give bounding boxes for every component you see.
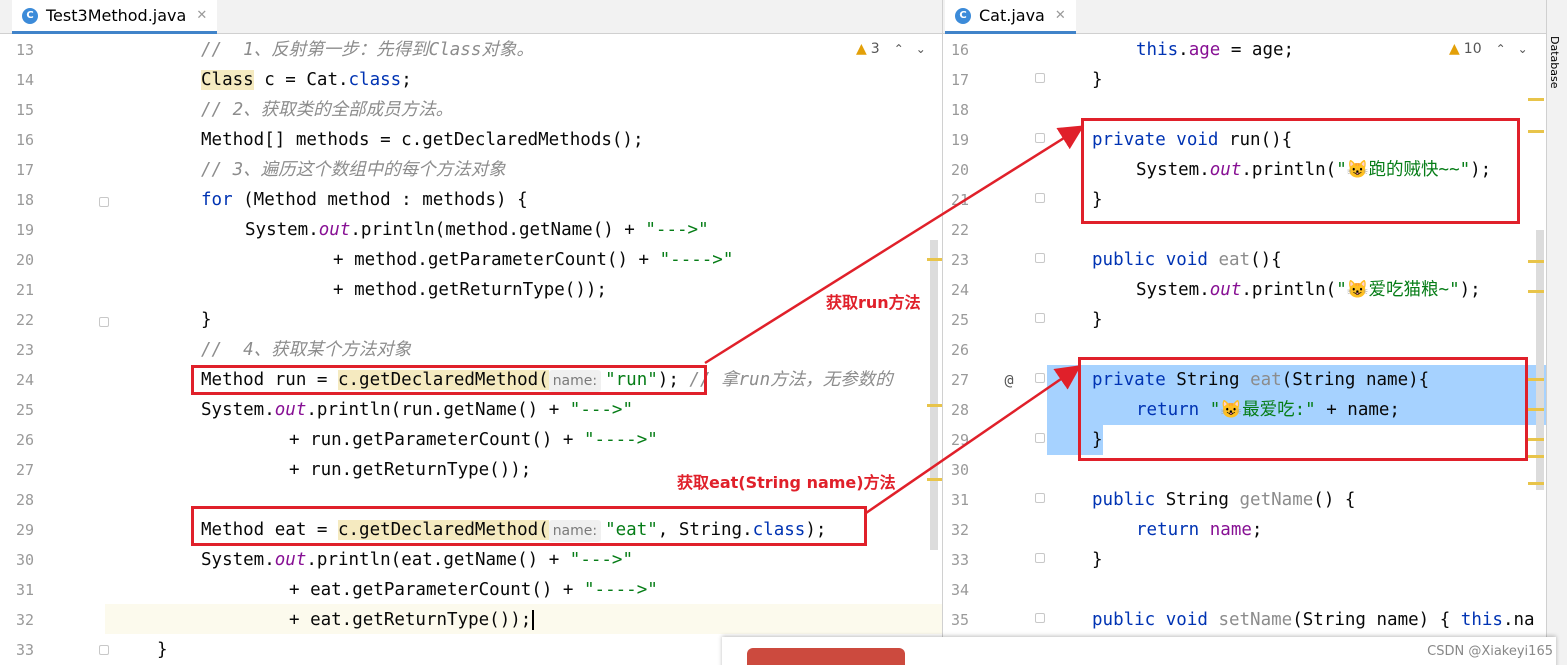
annotation-label-run: 获取run方法	[826, 293, 921, 312]
annotation-arrows	[704, 125, 1085, 515]
arrow-eat	[865, 365, 1082, 515]
arrow-run	[704, 125, 1085, 365]
annotation-label-eat: 获取eat(String name)方法	[677, 473, 896, 492]
watermark: CSDN @Xiakeyi165	[1427, 644, 1553, 659]
popup-button[interactable]	[747, 648, 905, 665]
